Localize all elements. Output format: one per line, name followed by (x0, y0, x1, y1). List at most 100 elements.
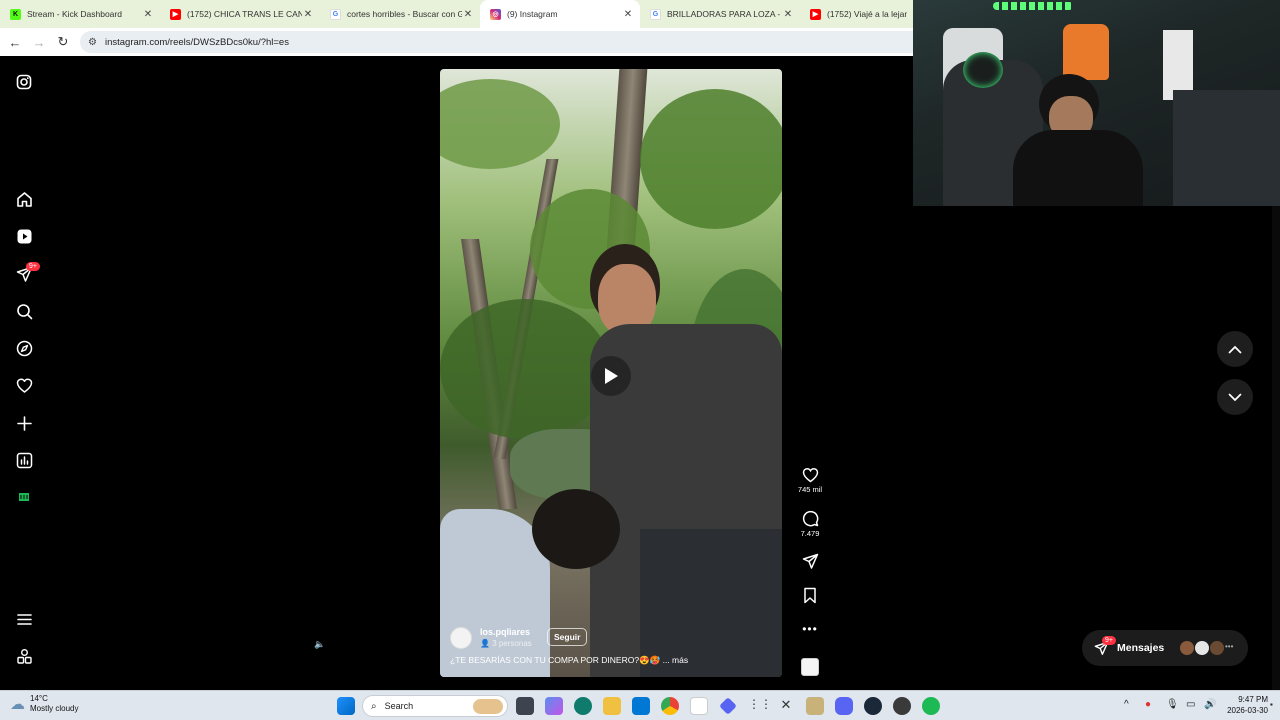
previous-reel-button[interactable] (1217, 331, 1253, 367)
microphone-icon[interactable]: 🎙 (1166, 699, 1179, 710)
url-text[interactable]: instagram.com/reels/DWSzBDcs0ku/?hl=es (105, 37, 289, 48)
reload-icon[interactable]: ↻ (51, 30, 75, 54)
search-icon: ⌕ (371, 700, 377, 712)
home-icon[interactable] (12, 187, 36, 211)
explore-icon[interactable] (12, 336, 36, 360)
tools-icon[interactable]: ✕ (777, 697, 795, 715)
notes-icon[interactable] (806, 697, 824, 715)
collaborators-label[interactable]: 👤 3 personas (480, 639, 532, 648)
meta-app-icon[interactable] (12, 485, 36, 509)
collaborators-text: 3 personas (492, 639, 532, 648)
address-bar[interactable]: ⚙ instagram.com/reels/DWSzBDcs0ku/?hl=es (80, 31, 913, 53)
comment-count: 7.479 (800, 529, 820, 538)
tab-instagram[interactable]: ◎ (9) Instagram ✕ (480, 0, 640, 28)
close-icon[interactable]: ✕ (142, 9, 154, 20)
close-icon[interactable]: ✕ (622, 9, 634, 20)
tab-youtube-1[interactable]: ▶ (1752) CHICA TRANS LE CANTA ✕ (160, 0, 320, 28)
taskbar-search[interactable]: ⌕ Search (362, 695, 508, 717)
chrome-icon[interactable] (661, 697, 679, 715)
display-icon[interactable]: ▭ (1186, 699, 1195, 710)
follow-button[interactable]: Seguir (547, 628, 588, 646)
comment-button[interactable]: 7.479 (796, 510, 824, 538)
close-icon[interactable]: ✕ (462, 9, 474, 20)
copilot-icon[interactable] (545, 697, 563, 715)
chevron-up-icon[interactable]: ^ (1124, 699, 1129, 710)
weather-text: Mostly cloudy (30, 704, 79, 713)
messages-label: Mensajes (1117, 642, 1165, 654)
discord-icon[interactable] (835, 697, 853, 715)
file-explorer-icon[interactable] (603, 697, 621, 715)
tab-google-search-1[interactable]: G cortes horribles - Buscar con Go ✕ (320, 0, 480, 28)
more-icon: ••• (802, 622, 818, 636)
task-view-icon[interactable] (516, 697, 534, 715)
address-toolbar: ← → ↻ ⚙ instagram.com/reels/DWSzBDcs0ku/… (0, 28, 913, 56)
person-kneeling-hair (532, 489, 620, 569)
avatar[interactable] (450, 627, 472, 649)
tab-bar: K Stream - Kick Dashboard ✕ ▶ (1752) CHI… (0, 0, 913, 28)
windows-taskbar: ☁ 14°C Mostly cloudy ⌕ Search ⋮⋮ ✕ ^ ● 🎙… (0, 690, 1280, 720)
chevron-up-icon (1228, 345, 1242, 353)
search-icon[interactable] (12, 299, 36, 323)
avatar (1210, 641, 1224, 655)
mute-icon[interactable]: 🔈 (309, 633, 331, 655)
outlook-icon[interactable] (632, 697, 650, 715)
like-count: 745 mil (797, 485, 823, 494)
instagram-logo-icon[interactable] (12, 70, 36, 94)
reel-username[interactable]: los.pqliares (480, 627, 530, 637)
next-reel-button[interactable] (1217, 379, 1253, 415)
tab-title: (1752) Viajé a la lejana TR (827, 9, 907, 19)
tab-youtube-2[interactable]: ▶ (1752) Viajé a la lejana TR (800, 0, 913, 28)
spotify-icon[interactable] (922, 697, 940, 715)
google-icon: G (330, 8, 341, 20)
foliage (640, 89, 782, 229)
bookmark-icon (804, 587, 816, 604)
tab-google-search-2[interactable]: G BRILLADORAS PARA LOZA - Bus ✕ (640, 0, 800, 28)
like-button[interactable]: 745 mil (796, 467, 824, 494)
heart-icon[interactable] (12, 373, 36, 397)
tab-title: (1752) CHICA TRANS LE CANTA (187, 9, 302, 19)
comment-icon (802, 510, 818, 527)
play-button[interactable] (591, 356, 631, 396)
heart-icon (802, 467, 818, 483)
steam-icon[interactable] (864, 697, 882, 715)
weather-widget[interactable]: ☁ 14°C Mostly cloudy (10, 694, 78, 714)
bed (1173, 90, 1280, 206)
apps-icon[interactable] (12, 644, 36, 668)
cloud-icon: ☁ (10, 696, 25, 713)
app-icon[interactable] (719, 697, 737, 715)
edge-icon[interactable] (574, 697, 592, 715)
volume-icon[interactable]: 🔊 (1204, 699, 1216, 710)
clock[interactable]: 9:47 PM 2026-03-30 (1222, 694, 1268, 716)
instagram-icon: ◎ (490, 8, 501, 20)
reels-icon[interactable] (12, 224, 36, 248)
search-placeholder: Search (384, 701, 414, 711)
notifications-icon[interactable]: ▪ (1270, 700, 1273, 709)
more-icon: ••• (1225, 642, 1234, 651)
more-options-button[interactable]: ••• (796, 622, 824, 636)
save-button[interactable] (796, 587, 824, 604)
menu-icon[interactable] (12, 607, 36, 631)
tab-title: BRILLADORAS PARA LOZA - Bus (667, 9, 782, 19)
reel-caption[interactable]: ¿TE BESARÍAS CON TU COMPA POR DINERO?😍🥵 … (450, 655, 688, 666)
grid-app-icon[interactable]: ⋮⋮ (748, 697, 772, 715)
reel-video[interactable]: los.pqliares 👤 3 personas Seguir ¿TE BES… (440, 69, 782, 677)
tab-title: (9) Instagram (507, 9, 558, 19)
tab-kick-dashboard[interactable]: K Stream - Kick Dashboard ✕ (0, 0, 160, 28)
forward-icon[interactable]: → (27, 30, 51, 54)
audio-thumbnail[interactable] (801, 658, 819, 676)
dashboard-icon[interactable] (12, 448, 36, 472)
close-icon[interactable]: ✕ (302, 9, 314, 20)
start-icon[interactable] (337, 697, 355, 715)
messages-button[interactable]: 9+ Mensajes ••• (1082, 630, 1248, 666)
close-icon[interactable]: ✕ (782, 9, 794, 20)
obs-icon[interactable] (893, 697, 911, 715)
avatar (1180, 641, 1194, 655)
site-info-icon[interactable]: ⚙ (88, 37, 97, 48)
tray-app-icon[interactable]: ● (1145, 699, 1151, 710)
share-button[interactable] (796, 553, 824, 570)
back-icon[interactable]: ← (3, 30, 27, 54)
page-scrollbar[interactable] (1272, 206, 1280, 690)
store-icon[interactable] (690, 697, 708, 715)
create-icon[interactable] (12, 411, 36, 435)
webcam-overlay (913, 0, 1280, 206)
